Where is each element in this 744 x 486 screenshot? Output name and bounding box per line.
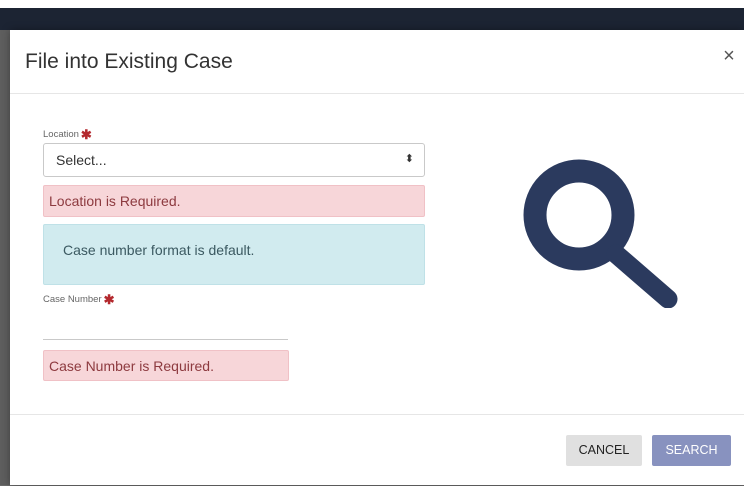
case-format-info-text: Case number format is default. <box>63 242 255 258</box>
location-error-alert: Location is Required. <box>43 185 425 217</box>
required-star-icon: ✱ <box>80 127 92 142</box>
page-backdrop-left <box>0 30 10 485</box>
app-top-bar <box>0 8 744 30</box>
search-button[interactable]: SEARCH <box>652 435 731 466</box>
dialog-header: File into Existing Case × <box>10 30 744 94</box>
search-icon <box>523 159 678 308</box>
case-format-info-alert: Case number format is default. <box>43 224 425 285</box>
case-number-error-text: Case Number is Required. <box>49 358 214 374</box>
cancel-button[interactable]: CANCEL <box>566 435 642 466</box>
dialog-title: File into Existing Case <box>25 50 233 73</box>
case-number-label-text: Case Number <box>43 294 102 305</box>
case-number-input[interactable] <box>43 310 288 340</box>
file-into-case-dialog: File into Existing Case × Location ✱ Sele… <box>10 30 744 485</box>
location-error-text: Location is Required. <box>49 193 181 209</box>
select-caret-icon: ⬍ <box>404 153 414 165</box>
case-number-label: Case Number ✱ <box>43 292 115 308</box>
required-star-icon: ✱ <box>103 292 115 307</box>
case-number-error-alert: Case Number is Required. <box>43 350 289 381</box>
dialog-footer: CANCEL SEARCH <box>10 414 744 486</box>
location-select-value: Select... <box>56 152 107 168</box>
location-select[interactable]: Select... ⬍ <box>43 143 425 177</box>
location-label: Location ✱ <box>43 127 92 143</box>
location-label-text: Location <box>43 129 79 140</box>
close-icon[interactable]: × <box>720 46 738 66</box>
